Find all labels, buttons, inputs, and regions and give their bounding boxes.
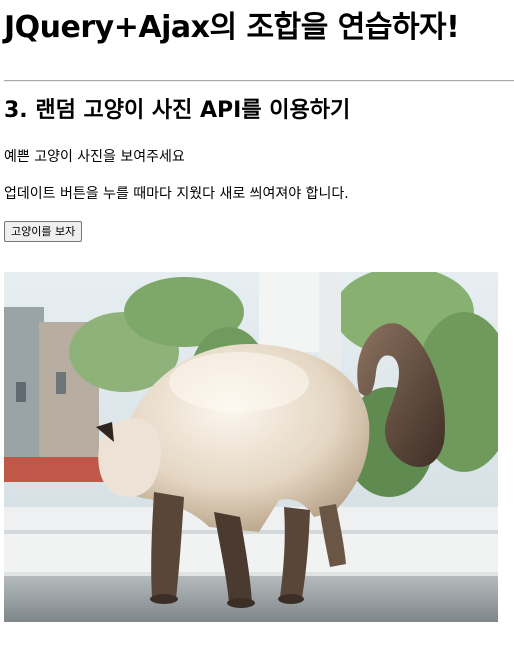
instruction-text: 업데이트 버튼을 누를 때마다 지웠다 새로 씌여져야 합니다. (4, 186, 349, 202)
cat-photo-image (4, 272, 498, 622)
page-title: JQuery+Ajax의 조합을 연습하자! (4, 10, 460, 45)
cat-photo (4, 272, 498, 622)
description-text: 예쁜 고양이 사진을 보여주세요 (4, 149, 185, 165)
show-cat-button[interactable]: 고양이를 보자 (4, 221, 83, 242)
divider (4, 80, 514, 82)
section-title: 3. 랜덤 고양이 사진 API를 이용하기 (4, 98, 351, 123)
